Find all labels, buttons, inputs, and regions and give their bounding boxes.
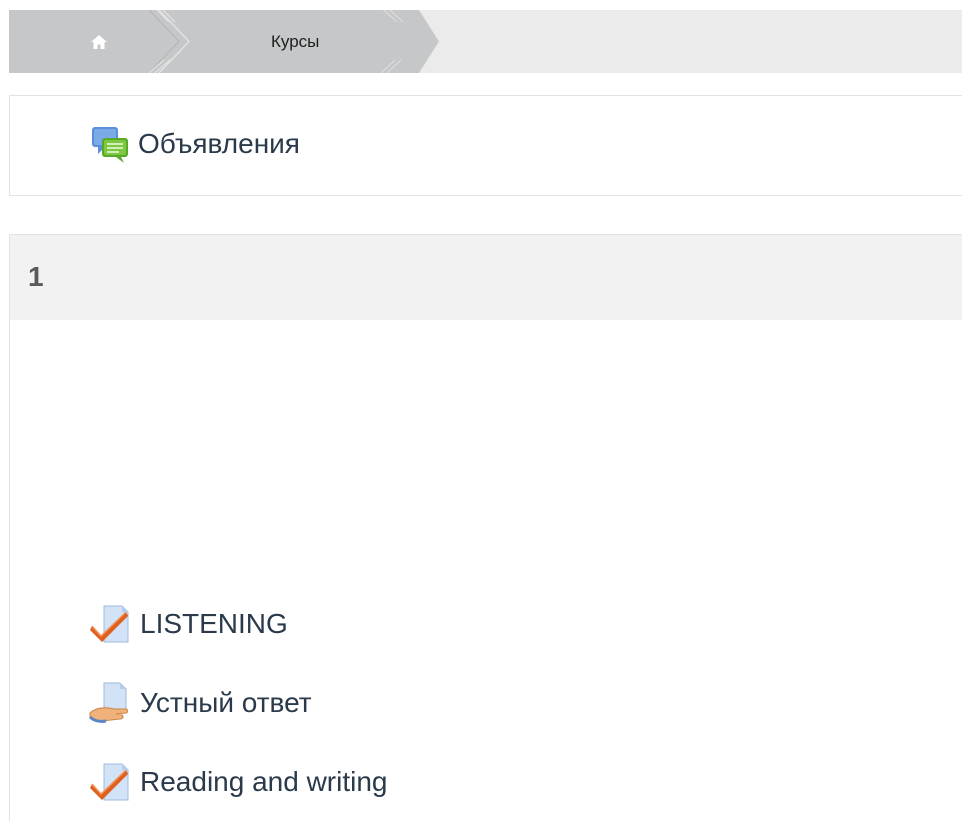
forum-chat-icon <box>92 127 128 163</box>
activity-label: Устный ответ <box>140 687 312 718</box>
quiz-checkmark-icon <box>90 605 129 643</box>
assignment-hand-icon <box>88 682 128 723</box>
breadcrumb-courses-link[interactable]: Курсы <box>271 28 319 56</box>
quiz-checkmark-icon <box>90 763 129 801</box>
activity-label: LISTENING <box>140 608 288 639</box>
course-section-1: 1 LISTENING Устный ответ Reading and wri… <box>9 234 962 821</box>
section-title: 1 <box>28 261 44 292</box>
activity-listening[interactable]: LISTENING <box>88 602 288 646</box>
breadcrumb: Курсы <box>9 10 962 73</box>
breadcrumb-home-link[interactable] <box>79 30 119 54</box>
general-section: Объявления <box>9 95 962 196</box>
activity-oral-answer[interactable]: Устный ответ <box>88 681 312 725</box>
activity-label: Объявления <box>138 128 300 159</box>
breadcrumb-segments <box>9 10 439 73</box>
activity-reading-and-writing[interactable]: Reading and writing <box>88 760 388 804</box>
activity-label: Reading and writing <box>140 766 388 797</box>
home-icon <box>91 35 107 49</box>
course-page: Курсы Объявления 1 LISTENING Устный отве… <box>0 0 962 821</box>
section-header: 1 <box>10 235 962 320</box>
activity-announcements[interactable]: Объявления <box>90 124 300 164</box>
